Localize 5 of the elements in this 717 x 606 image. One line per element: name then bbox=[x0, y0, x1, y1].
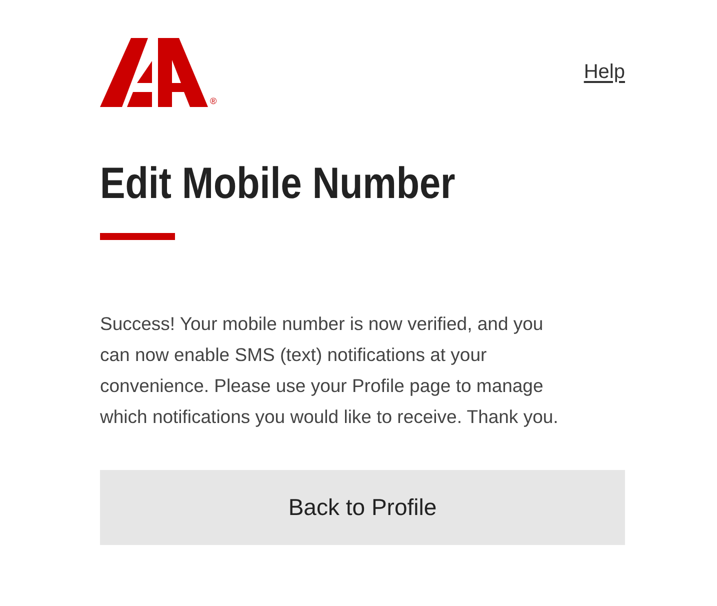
registered-mark: ® bbox=[210, 97, 217, 106]
page-title: Edit Mobile Number bbox=[100, 158, 456, 210]
help-link[interactable]: Help bbox=[584, 60, 625, 84]
success-message: Success! Your mobile number is now verified, and you can now enable SMS (text) notifications at your convenience. Please use your Profile page to manage which notifications you would like to receive. Thank you. bbox=[100, 312, 560, 429]
back-to-profile-button[interactable]: Back to Profile bbox=[100, 470, 625, 545]
